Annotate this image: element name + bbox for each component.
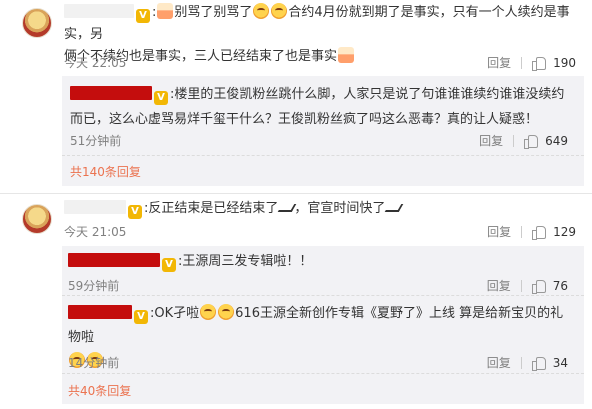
- comment-text: ，官宣时间快了: [294, 201, 386, 216]
- reply-body: V:楼里的王俊凯粉丝跳什么脚，人家只是说了句谁谁谁续约谁谁没续约 而已，这么心虚…: [70, 86, 565, 127]
- smile-emoji-icon: [218, 304, 235, 320]
- divider: [513, 134, 515, 147]
- reply-button[interactable]: 回复: [487, 223, 511, 240]
- reply-time: 59分钟前: [68, 279, 120, 293]
- thumbs-up-icon[interactable]: [524, 134, 539, 149]
- comment-time: 今天 22:05: [64, 56, 127, 70]
- reply-button[interactable]: 回复: [487, 354, 511, 371]
- username-redacted[interactable]: [70, 86, 152, 100]
- smile-emoji-icon: [271, 3, 288, 19]
- comment-text: 别骂了别骂了: [174, 5, 253, 20]
- comment-actions: 回复 190: [487, 54, 576, 71]
- comment-item: V: 别骂了别骂了 合约4月份就到期了是事实，只有一个人续约是事实，另 俩个不续约也…: [0, 0, 592, 195]
- like-count: 76: [552, 278, 568, 293]
- reply-text: 楼里的王俊凯粉丝跳什么脚，人家只是说了句谁谁谁续约谁谁没续约: [174, 87, 565, 102]
- tick-emoji-icon: [387, 203, 401, 213]
- reply-actions: 回复 34: [487, 354, 568, 371]
- thumbs-up-icon[interactable]: [531, 356, 546, 371]
- reply-text: OK孑啦: [154, 306, 200, 321]
- reply-actions: 回复 649: [479, 132, 568, 149]
- like-count: 190: [553, 55, 576, 70]
- comment-text: 反正结束是已经结束了: [148, 201, 279, 216]
- smile-emoji-icon: [253, 3, 270, 19]
- divider: [521, 225, 523, 238]
- reply-button[interactable]: 回复: [487, 277, 511, 294]
- vip-badge-icon: V: [162, 258, 176, 272]
- vip-badge-icon: V: [128, 205, 142, 219]
- like-count: 34: [552, 355, 568, 370]
- vip-badge-icon: V: [134, 310, 148, 324]
- thumbs-up-icon[interactable]: [531, 279, 546, 294]
- avatar[interactable]: [22, 204, 52, 234]
- tick-emoji-icon: [280, 203, 294, 213]
- smile-emoji-icon: [200, 304, 217, 320]
- divider: [520, 279, 522, 292]
- cake-emoji-icon: [338, 47, 355, 63]
- like-count: 649: [545, 133, 568, 148]
- username-redacted[interactable]: [64, 4, 134, 18]
- reply-time: 14分钟前: [68, 356, 120, 370]
- reply-box: V:楼里的王俊凯粉丝跳什么脚，人家只是说了句谁谁谁续约谁谁没续约 而已，这么心虚…: [62, 76, 584, 186]
- more-replies-link[interactable]: 共140条回复: [70, 163, 141, 180]
- cake-emoji-icon: [157, 3, 174, 19]
- reply-box: V:王源周三发专辑啦！！ 59分钟前 回复 76 V:OK孑啦 616王源全新创作…: [62, 246, 584, 404]
- reply-body: V:王源周三发专辑啦！！: [68, 251, 312, 273]
- thumbs-up-icon[interactable]: [532, 56, 547, 71]
- reply-button[interactable]: 回复: [487, 54, 511, 71]
- username-redacted[interactable]: [68, 305, 132, 319]
- avatar[interactable]: [22, 8, 52, 38]
- comment-body: V:反正结束是已经结束了 ，官宣时间快了: [64, 198, 584, 220]
- more-replies-link[interactable]: 共40条回复: [68, 382, 131, 399]
- reply-item: V:OK孑啦 616王源全新创作专辑《夏野了》上线 算是给新宝贝的礼物啦 14分钟…: [62, 296, 584, 374]
- username-redacted[interactable]: [68, 253, 160, 267]
- username-redacted[interactable]: [64, 200, 126, 214]
- reply-button[interactable]: 回复: [479, 132, 503, 149]
- thumbs-up-icon[interactable]: [532, 225, 547, 240]
- reply-text: 而已，这么心虚骂易烊千玺干什么？王俊凯粉丝疯了吗这么恶毒？真的让人疑惑！: [70, 112, 539, 127]
- reply-time: 51分钟前: [70, 134, 122, 148]
- like-count: 129: [553, 224, 576, 239]
- reply-actions: 回复 76: [487, 277, 568, 294]
- comment-time: 今天 21:05: [64, 225, 127, 239]
- vip-badge-icon: V: [136, 9, 150, 23]
- comment-item: V:反正结束是已经结束了 ，官宣时间快了 今天 21:05 回复 129 V:王源…: [0, 196, 592, 409]
- divider: [521, 56, 523, 69]
- divider: [520, 356, 522, 369]
- divider: [0, 193, 592, 194]
- comment-actions: 回复 129: [487, 223, 576, 240]
- reply-item: V:楼里的王俊凯粉丝跳什么脚，人家只是说了句谁谁谁续约谁谁没续约 而已，这么心虚…: [62, 76, 584, 156]
- reply-text: 王源周三发专辑啦！！: [182, 254, 313, 269]
- vip-badge-icon: V: [154, 91, 168, 105]
- reply-item: V:王源周三发专辑啦！！ 59分钟前 回复 76: [62, 246, 584, 296]
